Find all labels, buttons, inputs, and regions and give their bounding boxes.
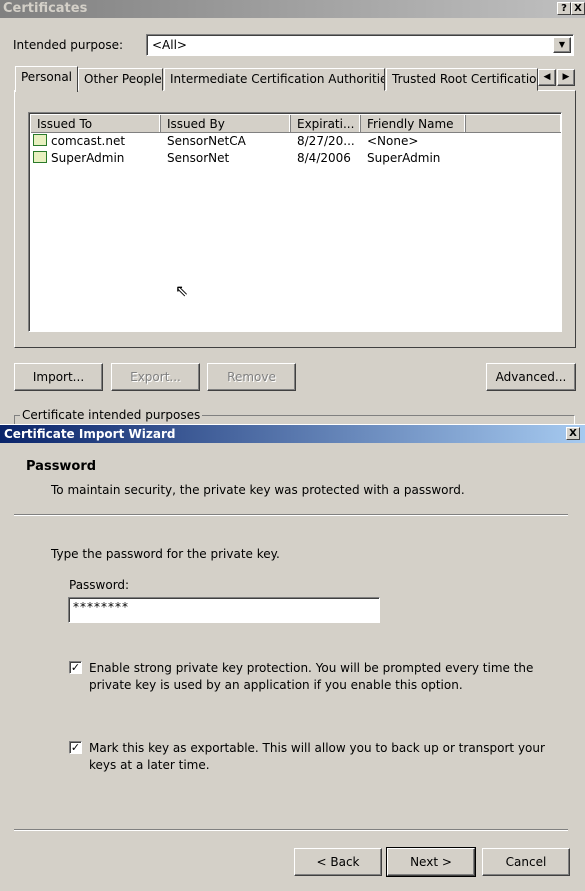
advanced-button[interactable]: Advanced... [486,363,576,391]
certificate-list[interactable]: Issued To Issued By Expirati... Friendly… [28,112,562,332]
wizard-subheading: To maintain security, the private key wa… [51,483,465,497]
tab-other-people[interactable]: Other People [78,68,163,91]
column-issued-by[interactable]: Issued By [161,115,291,133]
wizard-close-button[interactable]: X [566,427,580,440]
tab-scroll-right-icon[interactable]: ▶ [557,69,575,86]
column-issued-to[interactable]: Issued To [31,115,161,133]
tab-personal[interactable]: Personal [15,66,79,92]
tab-scroll-left-icon[interactable]: ◀ [538,69,556,86]
next-button[interactable]: Next > [386,847,476,877]
intended-purpose-select[interactable]: <All> ▼ [146,34,574,56]
label-line: private key is used by an application if… [89,678,463,692]
label-line: keys at a later time. [89,758,210,772]
strong-protection-label: Enable strong private key protection. Yo… [89,660,533,694]
certificate-icon [33,151,47,163]
chevron-down-icon[interactable]: ▼ [553,37,571,53]
tab-trusted-root[interactable]: Trusted Root Certification [386,68,538,91]
friendly-name: <None> [367,134,419,148]
wizard-heading: Password [26,459,97,474]
wizard-title: Certificate Import Wizard [4,427,176,441]
issued-to: SuperAdmin [51,151,125,165]
window-title: Certificates [3,1,88,16]
import-button[interactable]: Import... [14,363,103,391]
column-friendly-name[interactable]: Friendly Name [361,115,466,133]
label-line: Mark this key as exportable. This will a… [89,741,545,755]
selected-value: <All> [152,38,187,52]
strong-protection-checkbox[interactable]: ✓ [69,661,82,674]
mouse-cursor-icon: ⇖ [175,281,189,300]
certificate-icon [33,134,47,146]
export-button[interactable]: Export... [111,363,200,391]
friendly-name: SuperAdmin [367,151,441,165]
wizard-title-bar: Certificate Import Wizard [0,425,585,443]
help-button[interactable]: ? [557,2,571,15]
certificates-title-bar: Certificates [0,0,585,18]
divider [14,514,568,516]
exportable-label: Mark this key as exportable. This will a… [89,740,545,774]
password-input[interactable]: ******** [68,597,380,623]
password-label: Password: [69,578,130,592]
cancel-button[interactable]: Cancel [482,848,570,876]
instruction-text: Type the password for the private key. [51,547,280,561]
expiration: 8/27/20... [297,134,355,148]
issued-to: comcast.net [51,134,126,148]
column-expiration[interactable]: Expirati... [291,115,361,133]
intended-purpose-label: Intended purpose: [13,38,124,52]
back-button[interactable]: < Back [294,848,382,876]
expiration: 8/4/2006 [297,151,351,165]
divider [14,829,568,831]
label-line: Enable strong private key protection. Yo… [89,661,534,675]
exportable-checkbox[interactable]: ✓ [69,741,82,754]
column-empty [466,115,561,133]
table-row[interactable]: comcast.net SensorNetCA 8/27/20... <None… [29,133,561,150]
close-button[interactable]: X [571,2,585,15]
issued-by: SensorNetCA [167,134,246,148]
remove-button[interactable]: Remove [207,363,296,391]
tab-intermediate-ca[interactable]: Intermediate Certification Authorities [164,68,385,91]
issued-by: SensorNet [167,151,230,165]
table-row[interactable]: SuperAdmin SensorNet 8/4/2006 SuperAdmin [29,150,561,167]
purposes-group-label: Certificate intended purposes [20,408,203,422]
